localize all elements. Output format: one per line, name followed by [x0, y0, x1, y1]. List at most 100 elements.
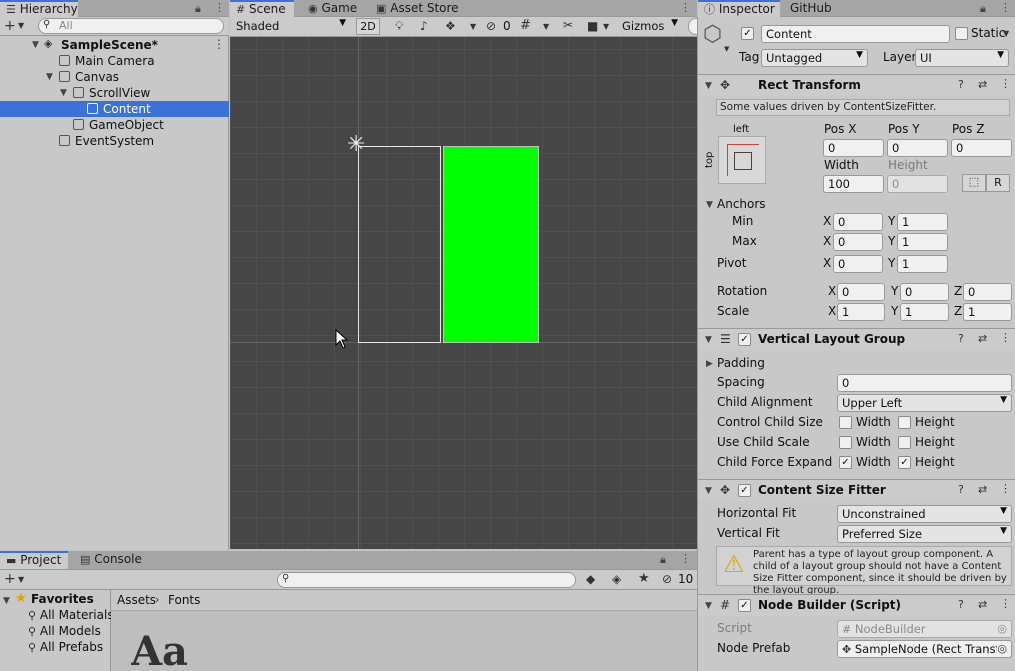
tree-item-main-camera[interactable]: Main Camera	[0, 53, 229, 69]
collapse-arrow-icon[interactable]: ▼	[705, 486, 712, 496]
preset-icon[interactable]: ⇄	[978, 333, 987, 344]
expand-arrow-icon[interactable]: ▼	[32, 40, 39, 50]
preset-icon[interactable]: ⇄	[978, 484, 987, 495]
effects-icon[interactable]: ❖	[445, 20, 456, 32]
horizontal-fit-dropdown[interactable]: Unconstrained ▼	[837, 505, 1012, 523]
font-asset-thumbnail[interactable]: Aa	[131, 632, 211, 671]
tab-asset-store[interactable]: ▣ Asset Store	[370, 0, 465, 17]
node-builder-enabled-checkbox[interactable]: ✓	[738, 599, 751, 612]
lock-icon[interactable]: 🔒︎	[660, 553, 666, 567]
object-picker-icon[interactable]: ◎	[997, 643, 1007, 654]
rotation-x-field[interactable]: 0	[837, 283, 885, 301]
project-search-input[interactable]: ⚲	[277, 572, 576, 588]
kebab-menu-icon[interactable]: ⋮	[680, 552, 691, 565]
search-input[interactable]: ⚲ All	[38, 18, 224, 34]
rotation-z-field[interactable]: 0	[963, 283, 1012, 301]
pivot-handle-icon[interactable]: ✳	[347, 134, 365, 156]
toggle-2d-button[interactable]: 2D	[356, 18, 380, 35]
breadcrumb-assets[interactable]: Assets	[117, 593, 156, 607]
audio-icon[interactable]: ♪	[420, 20, 428, 32]
content-size-fitter-header[interactable]: ▼ ✥ ✓ Content Size Fitter ? ⇄ ⋮	[698, 479, 1015, 501]
tools-icon[interactable]: ✂	[563, 19, 573, 31]
tree-item-canvas[interactable]: ▼ Canvas	[0, 69, 229, 85]
plus-icon[interactable]: +	[4, 572, 16, 586]
preset-icon[interactable]: ⇄	[978, 599, 987, 610]
rect-transform-header[interactable]: ▼ ✥ Rect Transform ? ⇄ ⋮	[698, 74, 1015, 96]
expand-width-checkbox[interactable]: ✓	[839, 456, 852, 469]
collapse-arrow-icon[interactable]: ▼	[705, 81, 712, 91]
grid-toggle-icon[interactable]: #	[520, 19, 531, 32]
scene-viewport[interactable]: ✳	[230, 37, 697, 549]
tag-dropdown[interactable]: Untagged ▼	[761, 49, 868, 67]
help-icon[interactable]: ?	[958, 484, 964, 495]
favorite-item[interactable]: ⚲ All Models	[28, 624, 101, 638]
lock-icon[interactable]: 🔒︎	[980, 2, 986, 16]
expand-arrow-icon[interactable]: ▼	[60, 88, 67, 98]
help-icon[interactable]: ?	[958, 599, 964, 610]
tab-game[interactable]: ◉ Game	[302, 0, 363, 17]
kebab-menu-icon[interactable]: ⋮	[1000, 1, 1011, 14]
scale-height-checkbox[interactable]	[898, 436, 911, 449]
camera-icon[interactable]: ■	[587, 20, 598, 32]
scale-x-field[interactable]: 1	[837, 303, 885, 321]
tree-item-eventsystem[interactable]: EventSystem	[0, 133, 229, 149]
csf-enabled-checkbox[interactable]: ✓	[738, 484, 751, 497]
width-field[interactable]: 100	[823, 175, 884, 193]
scale-width-checkbox[interactable]	[839, 436, 852, 449]
node-prefab-field[interactable]: ✥ SampleNode (Rect Transfo ◎	[837, 640, 1012, 658]
tree-item-gameobject[interactable]: GameObject	[0, 117, 229, 133]
raw-edit-button[interactable]: R	[986, 174, 1010, 192]
chevron-down-icon[interactable]: ▼	[543, 23, 549, 31]
kebab-menu-icon[interactable]: ⋮	[1000, 483, 1011, 494]
static-checkbox[interactable]	[955, 27, 968, 40]
favorite-item[interactable]: ⚲ All Materials	[28, 608, 114, 622]
tree-item-scrollview[interactable]: ▼ ScrollView	[0, 85, 229, 101]
pos-z-field[interactable]: 0	[951, 139, 1012, 157]
chevron-down-icon[interactable]: ▼	[1003, 30, 1009, 38]
tab-scene[interactable]: # Scene	[230, 0, 294, 18]
node-builder-header[interactable]: ▼ # ✓ Node Builder (Script) ? ⇄ ⋮	[698, 594, 1015, 616]
scale-y-field[interactable]: 1	[900, 303, 949, 321]
vertical-fit-dropdown[interactable]: Preferred Size ▼	[837, 525, 1012, 543]
favorite-item[interactable]: ⚲ All Prefabs	[28, 640, 103, 654]
search-by-label-icon[interactable]: ◈	[612, 573, 621, 585]
breadcrumb-fonts[interactable]: Fonts	[168, 593, 200, 607]
help-icon[interactable]: ?	[958, 79, 964, 90]
collapse-arrow-icon[interactable]: ▼	[705, 601, 712, 611]
chevron-down-icon[interactable]: ▼	[18, 22, 24, 30]
gizmos-dropdown[interactable]: Gizmos ▼	[618, 18, 678, 36]
pivot-x-field[interactable]: 0	[833, 255, 883, 273]
content-rect-outline[interactable]	[358, 146, 441, 343]
chevron-down-icon[interactable]: ▼	[603, 23, 609, 31]
help-icon[interactable]: ?	[958, 333, 964, 344]
kebab-menu-icon[interactable]: ⋮	[214, 1, 225, 14]
rotation-y-field[interactable]: 0	[900, 283, 949, 301]
kebab-menu-icon[interactable]: ⋮	[1000, 78, 1011, 89]
pos-y-field[interactable]: 0	[887, 139, 948, 157]
expand-arrow-icon[interactable]: ▼	[46, 72, 53, 82]
blueprint-mode-button[interactable]: ⬚	[962, 174, 986, 192]
chevron-down-icon[interactable]: ▼	[18, 576, 24, 584]
kebab-menu-icon[interactable]: ⋮	[680, 1, 691, 14]
chevron-down-icon[interactable]: ▼	[724, 46, 729, 53]
chevron-down-icon[interactable]: ▼	[470, 23, 476, 31]
scale-z-field[interactable]: 1	[963, 303, 1012, 321]
green-panel[interactable]	[443, 146, 539, 343]
hidden-packages-icon[interactable]: ⊘	[662, 573, 672, 585]
tab-inspector[interactable]: ⓘ Inspector	[698, 0, 780, 18]
expand-height-checkbox[interactable]: ✓	[898, 456, 911, 469]
vertical-layout-group-header[interactable]: ▼ ☰ ✓ Vertical Layout Group ? ⇄ ⋮	[698, 328, 1015, 350]
active-checkbox[interactable]: ✓	[741, 27, 754, 40]
kebab-menu-icon[interactable]: ⋮	[1000, 598, 1011, 609]
hidden-objects-icon[interactable]: ⊘	[486, 20, 496, 32]
plus-icon[interactable]: +	[4, 19, 16, 33]
pos-x-field[interactable]: 0	[823, 139, 884, 157]
anchor-presets-button[interactable]	[718, 136, 766, 184]
lighting-icon[interactable]: 💡︎	[395, 20, 403, 32]
tab-github[interactable]: GitHub	[784, 0, 838, 17]
pivot-y-field[interactable]: 1	[897, 255, 948, 273]
tree-item-samplescene[interactable]: ▼ ◈ SampleScene* ⋮	[0, 37, 229, 53]
preset-icon[interactable]: ⇄	[978, 79, 987, 90]
vlg-enabled-checkbox[interactable]: ✓	[738, 333, 751, 346]
tree-item-content[interactable]: Content	[0, 101, 229, 117]
